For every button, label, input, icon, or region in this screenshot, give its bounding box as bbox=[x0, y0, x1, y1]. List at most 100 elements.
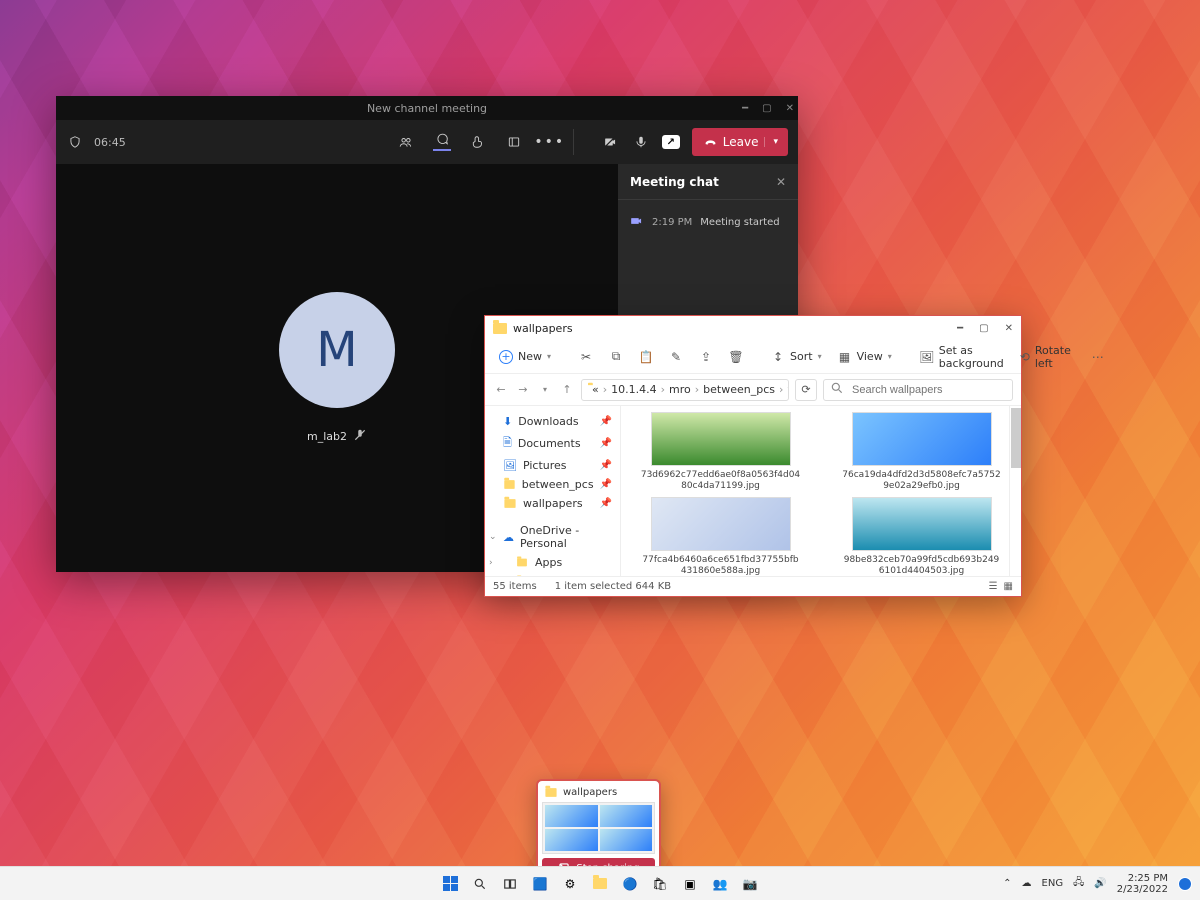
maximize-icon[interactable]: ▢ bbox=[979, 323, 988, 334]
file-name: 98be832ceb70a99fd5cdb693b2496101d4404503… bbox=[842, 555, 1002, 577]
view-button[interactable]: ▦ View ▾ bbox=[832, 346, 898, 368]
file-item[interactable]: 98be832ceb70a99fd5cdb693b2496101d4404503… bbox=[836, 497, 1007, 577]
new-label: New bbox=[518, 350, 542, 363]
rename-button[interactable]: ✎ bbox=[663, 346, 689, 368]
details-view-icon[interactable]: ☰ bbox=[989, 581, 998, 592]
set-background-button[interactable]: 🖼 Set as background bbox=[914, 340, 1010, 374]
widgets-button[interactable]: 🟦 bbox=[529, 873, 551, 895]
sidebar-item-apps[interactable]: › Apps bbox=[485, 553, 620, 572]
teams-taskbar-icon[interactable]: 👥 bbox=[709, 873, 731, 895]
file-name: 73d6962c77edd6ae0f8a0563f4d0480c4da71199… bbox=[641, 470, 801, 493]
rotate-button[interactable]: ⟲ Rotate left bbox=[1014, 340, 1081, 374]
sidebar-label: Downloads bbox=[518, 415, 578, 428]
people-icon[interactable] bbox=[397, 133, 415, 151]
notification-badge[interactable] bbox=[1178, 877, 1192, 891]
thumbnail bbox=[651, 497, 791, 551]
close-icon[interactable]: ✕ bbox=[1005, 323, 1013, 334]
camera-taskbar-icon[interactable]: 📷 bbox=[739, 873, 761, 895]
rooms-icon[interactable] bbox=[505, 133, 523, 151]
selection-info: 1 item selected 644 KB bbox=[555, 581, 671, 592]
chat-event: 2:19 PM Meeting started bbox=[630, 214, 786, 231]
sidebar-label: between_pcs bbox=[522, 478, 594, 491]
file-item[interactable]: 77fca4b6460a6ce651fbd37755bfb431860e588a… bbox=[635, 497, 806, 577]
search-box[interactable] bbox=[823, 379, 1013, 401]
sort-button[interactable]: ↕ Sort ▾ bbox=[765, 346, 828, 368]
cut-button[interactable]: ✂ bbox=[573, 346, 599, 368]
chevron-right-icon[interactable]: › bbox=[489, 558, 493, 568]
copy-button[interactable]: ⧉ bbox=[603, 346, 629, 368]
more-icon[interactable]: ••• bbox=[541, 133, 559, 151]
sidebar-item-downloads[interactable]: ⬇ Downloads 📌 bbox=[485, 412, 620, 431]
item-count: 55 items bbox=[493, 581, 537, 592]
sidebar-item-attachments[interactable]: › Attachments bbox=[485, 572, 620, 576]
copy-icon: ⧉ bbox=[609, 350, 623, 364]
image-icon: 🖼 bbox=[920, 350, 934, 364]
paste-button[interactable]: 📋 bbox=[633, 346, 659, 368]
explorer-title: wallpapers bbox=[513, 322, 573, 335]
search-button[interactable] bbox=[469, 873, 491, 895]
task-view-button[interactable] bbox=[499, 873, 521, 895]
teams-titlebar[interactable]: New channel meeting ━ ▢ ✕ bbox=[56, 96, 798, 120]
share-button[interactable]: ⇪ bbox=[693, 346, 719, 368]
breadcrumb-segment[interactable]: between_pcs bbox=[703, 383, 775, 396]
search-input[interactable] bbox=[850, 383, 1006, 397]
chevron-down-icon[interactable]: ⌄ bbox=[489, 532, 497, 542]
clock[interactable]: 2:25 PM 2/23/2022 bbox=[1117, 873, 1168, 895]
breadcrumb-segment[interactable]: 10.1.4.4 bbox=[611, 383, 656, 396]
tray-chevron-icon[interactable]: ⌃ bbox=[1003, 878, 1011, 889]
icons-view-icon[interactable]: ▦ bbox=[1004, 581, 1013, 592]
mic-icon[interactable] bbox=[632, 133, 650, 151]
language-indicator[interactable]: ENG bbox=[1042, 878, 1064, 889]
sidebar-item-between-pcs[interactable]: between_pcs 📌 bbox=[485, 475, 620, 494]
leave-button[interactable]: Leave ▾ bbox=[692, 128, 788, 156]
terminal-taskbar-icon[interactable]: ▣ bbox=[679, 873, 701, 895]
explorer-navbar: ← → ▾ ↑ «› 10.1.4.4› mro› between_pcs› w… bbox=[485, 374, 1021, 406]
store-taskbar-icon[interactable]: 🛍 bbox=[649, 873, 671, 895]
scrollbar[interactable] bbox=[1009, 406, 1021, 576]
chevron-down-icon[interactable]: ▾ bbox=[537, 385, 553, 394]
edge-taskbar-icon[interactable]: 🔵 bbox=[619, 873, 641, 895]
delete-button[interactable]: 🗑 bbox=[723, 346, 749, 368]
share-screen-icon[interactable]: ↗ bbox=[662, 133, 680, 151]
close-chat-icon[interactable]: ✕ bbox=[776, 175, 786, 189]
explorer-taskbar-icon[interactable] bbox=[589, 873, 611, 895]
breadcrumb-segment[interactable]: « bbox=[592, 383, 599, 396]
back-button[interactable]: ← bbox=[493, 383, 509, 396]
sidebar-item-onedrive[interactable]: ⌄ ☁ OneDrive - Personal bbox=[485, 521, 620, 553]
start-button[interactable] bbox=[439, 873, 461, 895]
reactions-icon[interactable] bbox=[469, 133, 487, 151]
file-item[interactable]: 76ca19da4dfd2d3d5808efc7a57529e02a29efb0… bbox=[836, 412, 1007, 493]
network-tray-icon[interactable]: 🖧 bbox=[1073, 875, 1084, 892]
chevron-down-icon[interactable]: ▾ bbox=[764, 137, 778, 147]
explorer-file-grid[interactable]: 73d6962c77edd6ae0f8a0563f4d0480c4da71199… bbox=[621, 406, 1021, 576]
chat-event-time: 2:19 PM bbox=[652, 217, 692, 228]
more-button[interactable]: ⋯ bbox=[1085, 346, 1111, 368]
camera-off-icon[interactable] bbox=[602, 133, 620, 151]
maximize-icon[interactable]: ▢ bbox=[762, 103, 771, 114]
chat-icon[interactable] bbox=[433, 133, 451, 151]
onedrive-tray-icon[interactable]: ☁ bbox=[1022, 878, 1032, 889]
sort-label: Sort bbox=[790, 350, 813, 363]
breadcrumb-segment[interactable]: mro bbox=[669, 383, 691, 396]
sidebar-item-pictures[interactable]: 🖼 Pictures 📌 bbox=[485, 456, 620, 475]
forward-button[interactable]: → bbox=[515, 383, 531, 396]
breadcrumb[interactable]: «› 10.1.4.4› mro› between_pcs› wallpaper… bbox=[581, 379, 789, 401]
volume-tray-icon[interactable]: 🔊 bbox=[1094, 878, 1106, 889]
refresh-button[interactable]: ⟳ bbox=[795, 379, 817, 401]
new-button[interactable]: + New ▾ bbox=[493, 346, 557, 368]
minimize-icon[interactable]: ━ bbox=[742, 103, 748, 114]
up-button[interactable]: ↑ bbox=[559, 383, 575, 396]
pin-icon: 📌 bbox=[600, 416, 612, 427]
rotate-icon: ⟲ bbox=[1020, 350, 1030, 364]
settings-button[interactable]: ⚙ bbox=[559, 873, 581, 895]
explorer-titlebar[interactable]: wallpapers ━ ▢ ✕ bbox=[485, 316, 1021, 340]
cut-icon: ✂ bbox=[579, 350, 593, 364]
minimize-icon[interactable]: ━ bbox=[957, 323, 963, 334]
shield-icon[interactable] bbox=[66, 133, 84, 151]
sidebar-item-documents[interactable]: 🗎 Documents 📌 bbox=[485, 431, 620, 456]
sort-icon: ↕ bbox=[771, 350, 785, 364]
file-item[interactable]: 73d6962c77edd6ae0f8a0563f4d0480c4da71199… bbox=[635, 412, 806, 493]
sidebar-item-wallpapers[interactable]: wallpapers 📌 bbox=[485, 494, 620, 513]
close-icon[interactable]: ✕ bbox=[786, 103, 794, 114]
breadcrumb-segment[interactable]: wallpapers bbox=[787, 383, 789, 396]
